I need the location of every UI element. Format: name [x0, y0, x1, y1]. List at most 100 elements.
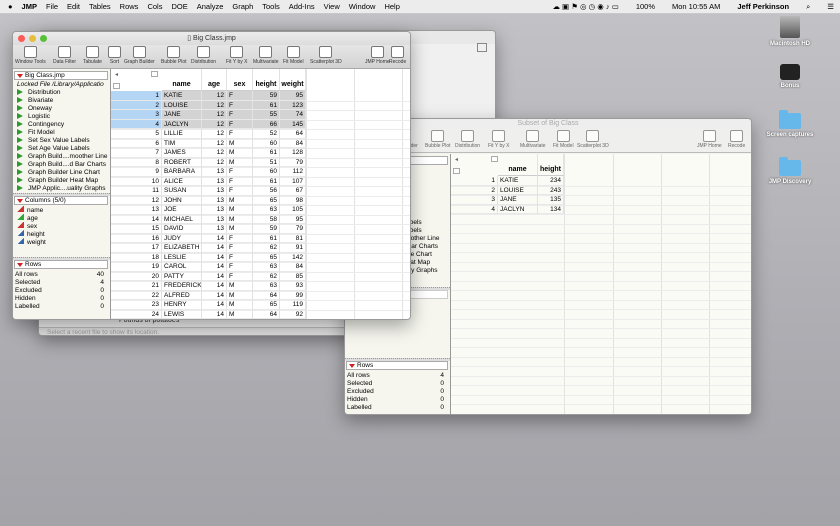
- table-cell[interactable]: 64: [280, 129, 306, 139]
- table-cell[interactable]: F: [227, 167, 253, 177]
- columns-box[interactable]: Columns (5/0): [14, 196, 108, 205]
- table-cell[interactable]: 112: [280, 167, 306, 177]
- battery-indicator[interactable]: 100%: [636, 2, 655, 12]
- row-number[interactable]: 10: [111, 176, 162, 186]
- toolbar-sort-button[interactable]: Sort: [108, 46, 121, 65]
- table-cell[interactable]: 56: [253, 186, 280, 196]
- column-header-age[interactable]: age: [202, 69, 227, 91]
- table-cell[interactable]: 12: [202, 119, 227, 129]
- column-red-triangle-icon[interactable]: [491, 156, 498, 162]
- toolbar-multivariate-button[interactable]: Multivariate: [520, 130, 546, 149]
- table-cell[interactable]: M: [227, 195, 253, 205]
- table-cell[interactable]: JOE: [162, 205, 202, 215]
- table-cell[interactable]: 13: [202, 214, 227, 224]
- script-item[interactable]: Oneway: [17, 105, 52, 113]
- table-cell[interactable]: LILLIE: [162, 129, 202, 139]
- table-cell[interactable]: 65: [253, 195, 280, 205]
- toolbar-jmp-home-button[interactable]: JMP Home: [365, 46, 390, 65]
- toolbar-window-tools-button[interactable]: Window Tools: [15, 46, 46, 65]
- table-cell[interactable]: ROBERT: [162, 157, 202, 167]
- menu-window[interactable]: Window: [349, 2, 376, 11]
- table-cell[interactable]: 52: [253, 129, 280, 139]
- menu-addins[interactable]: Add-Ins: [289, 2, 315, 11]
- table-cell[interactable]: 12: [202, 100, 227, 110]
- table-cell[interactable]: JANE: [162, 110, 202, 120]
- table-cell[interactable]: M: [227, 224, 253, 234]
- table-cell[interactable]: 63: [253, 262, 280, 272]
- table-cell[interactable]: 93: [280, 281, 306, 291]
- column-header-sex[interactable]: sex: [227, 69, 253, 91]
- script-item[interactable]: Distribution: [17, 89, 61, 97]
- toolbar-fit-model-button[interactable]: Fit Model: [283, 46, 304, 65]
- empty-column[interactable]: [402, 69, 403, 319]
- table-cell[interactable]: 79: [280, 157, 306, 167]
- table-cell[interactable]: 13: [202, 224, 227, 234]
- column-header-name[interactable]: name: [498, 154, 538, 176]
- row-number[interactable]: 2: [111, 100, 162, 110]
- table-cell[interactable]: F: [227, 119, 253, 129]
- table-cell[interactable]: 59: [253, 224, 280, 234]
- table-cell[interactable]: 62: [253, 271, 280, 281]
- table-cell[interactable]: 91: [280, 243, 306, 253]
- table-cell[interactable]: ALICE: [162, 176, 202, 186]
- toolbar-scatterplot-3d-button[interactable]: Scatterplot 3D: [577, 130, 609, 149]
- table-cell[interactable]: 60: [253, 138, 280, 148]
- table-cell[interactable]: 14: [202, 233, 227, 243]
- table-cell[interactable]: 14: [202, 262, 227, 272]
- menu-tools[interactable]: Tools: [262, 2, 280, 11]
- table-cell[interactable]: 12: [202, 110, 227, 120]
- menu-cols[interactable]: Cols: [147, 2, 162, 11]
- row-number[interactable]: 16: [111, 233, 162, 243]
- row-number[interactable]: 8: [111, 157, 162, 167]
- empty-column[interactable]: [354, 69, 355, 319]
- status-icons[interactable]: ☁ ▣ ⚑ ◎ ◷ ◉ ♪ ▭: [552, 2, 618, 12]
- table-cell[interactable]: 243: [538, 185, 564, 195]
- toolbar-fit-model-button[interactable]: Fit Model: [553, 130, 574, 149]
- row-number[interactable]: 13: [111, 205, 162, 215]
- column-red-triangle-icon[interactable]: [151, 71, 158, 77]
- table-cell[interactable]: 95: [280, 214, 306, 224]
- row-number[interactable]: 6: [111, 138, 162, 148]
- table-cell[interactable]: 64: [253, 290, 280, 300]
- row-number[interactable]: 2: [451, 185, 498, 195]
- column-header-name[interactable]: name: [162, 69, 202, 91]
- toolbar-bubble-plot-button[interactable]: Bubble Plot: [161, 46, 187, 65]
- row-number[interactable]: 23: [111, 300, 162, 310]
- table-cell[interactable]: 14: [202, 309, 227, 319]
- table-cell[interactable]: F: [227, 262, 253, 272]
- toolbar-distribution-button[interactable]: Distribution: [191, 46, 216, 65]
- data-grid[interactable]: ◂ name age sex height weight 1 KATIE 12 F 59 95 2 LOU…: [111, 69, 410, 319]
- zoom-button[interactable]: [40, 35, 47, 42]
- row-number[interactable]: 1: [451, 176, 498, 186]
- table-cell[interactable]: 64: [253, 309, 280, 319]
- toolbar-data-filter-button[interactable]: Data Filter: [53, 46, 76, 65]
- column-item[interactable]: age: [17, 214, 38, 222]
- clock[interactable]: Mon 10:55 AM: [672, 2, 720, 12]
- table-cell[interactable]: 99: [280, 290, 306, 300]
- row-number[interactable]: 14: [111, 214, 162, 224]
- table-cell[interactable]: 119: [280, 300, 306, 310]
- script-item[interactable]: Graph Builder Line Chart: [17, 169, 100, 177]
- table-cell[interactable]: JANE: [498, 195, 538, 205]
- table-cell[interactable]: 13: [202, 186, 227, 196]
- table-cell[interactable]: 63: [253, 281, 280, 291]
- row-number[interactable]: 4: [451, 204, 498, 214]
- row-number[interactable]: 3: [111, 110, 162, 120]
- table-cell[interactable]: 92: [280, 309, 306, 319]
- column-item[interactable]: name: [17, 206, 43, 214]
- table-cell[interactable]: F: [227, 91, 253, 101]
- menu-edit[interactable]: Edit: [67, 2, 80, 11]
- menu-rows[interactable]: Rows: [120, 2, 139, 11]
- table-cell[interactable]: JUDY: [162, 233, 202, 243]
- script-item[interactable]: Bivariate: [17, 97, 53, 105]
- table-cell[interactable]: M: [227, 281, 253, 291]
- table-cell[interactable]: TIM: [162, 138, 202, 148]
- toolbar-tabulate-button[interactable]: Tabulate: [83, 46, 102, 65]
- table-cell[interactable]: 135: [538, 195, 564, 205]
- toolbar-scatterplot-3d-button[interactable]: Scatterplot 3D: [310, 46, 342, 65]
- notification-center-icon[interactable]: ☰: [827, 2, 834, 12]
- table-cell[interactable]: MICHAEL: [162, 214, 202, 224]
- table-cell[interactable]: 65: [253, 252, 280, 262]
- corner-arrow-icon[interactable]: ◂: [115, 71, 118, 78]
- table-cell[interactable]: KATIE: [162, 91, 202, 101]
